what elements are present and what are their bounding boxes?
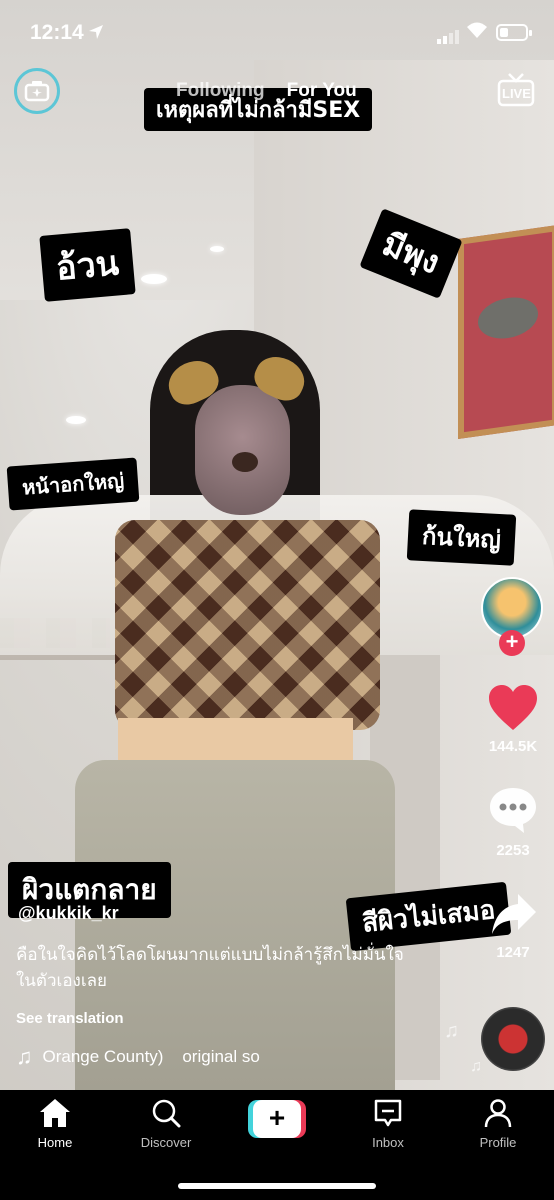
ceiling-light — [210, 246, 224, 252]
home-icon — [40, 1099, 70, 1127]
music-note-icon: ♫ — [16, 1044, 33, 1069]
camera-icon — [24, 81, 50, 102]
post-caption: คือในใจคิดไว้โลดโผนมากแต่แบบไม่กล้ารู้สึ… — [16, 945, 404, 990]
heart-icon — [489, 685, 537, 730]
comment-icon — [490, 788, 536, 833]
live-button[interactable]: LIVE — [496, 72, 536, 108]
nav-profile[interactable]: Profile — [458, 1098, 538, 1150]
tab-for-you[interactable]: For You — [287, 80, 357, 102]
wall-painting — [458, 224, 554, 440]
sound-disc[interactable] — [481, 1007, 545, 1071]
dog-nose — [232, 452, 258, 472]
location-arrow-icon — [88, 24, 104, 45]
tab-following[interactable]: Following — [176, 80, 265, 102]
nav-discover-label: Discover — [140, 1135, 192, 1150]
create-button[interactable]: + — [248, 1100, 306, 1138]
feed-tabs: Following For You — [176, 80, 357, 102]
ceiling-light — [66, 416, 86, 424]
sound-ticker[interactable]: ♫ Orange County) original so — [16, 1044, 260, 1070]
nav-home-label: Home — [37, 1135, 73, 1150]
person-pants — [75, 760, 395, 1090]
sticker-fat: อ้วน — [39, 228, 136, 302]
sticker-big-chest: หน้าอกใหญ่ — [6, 457, 140, 511]
status-bar: 12:14 — [0, 0, 554, 62]
nav-discover[interactable]: Discover — [126, 1098, 206, 1150]
search-icon — [152, 1099, 181, 1128]
share-button[interactable] — [490, 892, 538, 941]
home-indicator — [178, 1183, 376, 1189]
follow-button[interactable]: + — [499, 630, 525, 656]
nav-home[interactable]: Home — [15, 1098, 95, 1150]
nav-profile-label: Profile — [479, 1135, 517, 1150]
profile-icon — [484, 1099, 512, 1128]
live-label: LIVE — [502, 86, 531, 101]
comment-count: 2253 — [496, 842, 530, 859]
plus-icon: + — [253, 1100, 301, 1138]
battery-icon — [496, 24, 532, 41]
music-note-icon: ♫ — [470, 1058, 482, 1075]
see-translation-link[interactable]: See translation — [16, 1010, 124, 1027]
status-time: 12:14 — [30, 21, 84, 44]
inbox-icon — [374, 1099, 402, 1127]
music-note-icon: ♫ — [444, 1020, 459, 1042]
sticker-big-butt: ก้นใหญ่ — [406, 509, 517, 566]
share-count: 1247 — [496, 944, 530, 961]
creator-username[interactable]: @kukkik_kr — [18, 903, 119, 924]
like-count: 144.5K — [488, 738, 538, 755]
like-button[interactable] — [487, 684, 539, 737]
sound-title: Orange County) original so — [42, 1047, 260, 1066]
wifi-icon — [466, 21, 488, 39]
nav-inbox[interactable]: Inbox — [348, 1098, 428, 1150]
share-arrow-icon — [492, 894, 536, 934]
comment-button[interactable] — [488, 786, 538, 839]
person-vest-pattern — [115, 520, 380, 730]
camera-effects-button[interactable] — [14, 68, 60, 114]
nav-inbox-label: Inbox — [372, 1135, 404, 1150]
cellular-signal-icon — [437, 26, 461, 44]
person-face-filter — [195, 385, 290, 515]
ceiling-light — [141, 274, 167, 284]
